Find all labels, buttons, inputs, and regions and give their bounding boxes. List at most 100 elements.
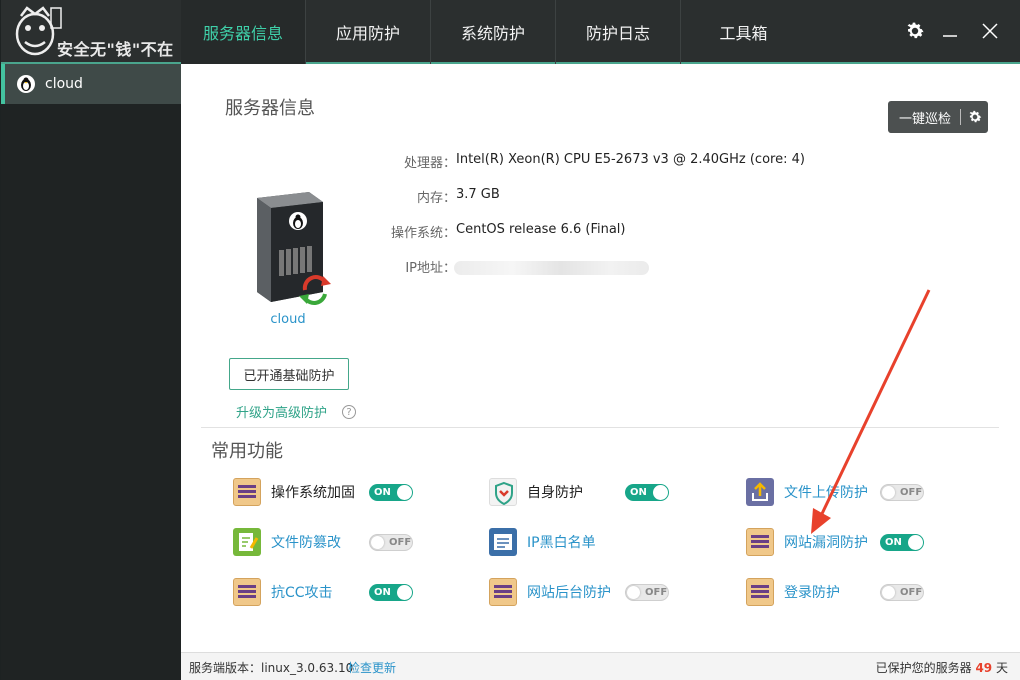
feature-admin-protection: 网站后台防护 — [489, 576, 611, 608]
firewall-icon — [233, 578, 261, 606]
server-name-label[interactable]: cloud — [251, 312, 325, 327]
tab-app-protection[interactable]: 应用防护 — [306, 0, 431, 64]
toggle-state: OFF — [900, 587, 923, 598]
feature-label[interactable]: 登录防护 — [784, 582, 840, 602]
feature-anti-cc: 抗CC攻击 — [233, 576, 333, 608]
upgrade-advanced-link[interactable]: 升级为高级防护 — [236, 402, 327, 421]
patrol-gear-icon[interactable] — [967, 109, 983, 125]
help-question-icon[interactable]: ? — [342, 405, 356, 419]
anti-cc-toggle[interactable]: ON — [369, 584, 413, 601]
feature-label[interactable]: 网站漏洞防护 — [784, 532, 868, 552]
toggle-state: OFF — [389, 537, 412, 548]
web-vuln-toggle[interactable]: ON — [880, 534, 924, 551]
logo-slogan: 安全无"钱"不在 — [57, 40, 174, 59]
toggle-knob — [371, 536, 384, 549]
status-bar: 服务端版本：linux_3.0.63.10 检查更新 已保护您的服务器 49 天 — [181, 652, 1020, 680]
server-version: 服务端版本：linux_3.0.63.10 — [189, 661, 354, 675]
ip-row: IP地址： — [376, 257, 776, 277]
feature-file-upload-protection: 文件上传防护 — [746, 476, 868, 508]
memory-row: 内存： 3.7 GB — [376, 187, 776, 207]
login-protection-toggle[interactable]: OFF — [880, 584, 924, 601]
basic-protection-button[interactable]: 已开通基础防护 — [229, 358, 349, 390]
memory-label: 内存： — [416, 191, 456, 206]
ip-label: IP地址： — [405, 261, 456, 276]
page-title: 服务器信息 — [225, 98, 315, 119]
cpu-row: 处理器： Intel(R) Xeon(R) CPU E5-2673 v3 @ 2… — [376, 152, 805, 172]
upload-icon — [746, 478, 774, 506]
feature-web-vuln-protection: 网站漏洞防护 — [746, 526, 868, 558]
feature-label[interactable]: 自身防护 — [527, 482, 583, 502]
feature-label[interactable]: 抗CC攻击 — [271, 582, 333, 602]
mascot-logo-icon — [15, 6, 62, 56]
feature-self-protection: 自身防护 — [489, 476, 583, 508]
ip-list-icon — [489, 528, 517, 556]
toggle-knob — [627, 586, 640, 599]
toggle-knob — [882, 486, 895, 499]
app-window: 安全无"钱"不在 服务器信息 应用防护 系统防护 防护日志 工具箱 cloud — [0, 0, 1020, 680]
main-panel: 服务器信息 一键巡检 cloud 处理器： Intel(R) Xeon(R) C… — [181, 64, 1020, 652]
feature-label[interactable]: 操作系统加固 — [271, 482, 355, 502]
toggle-knob — [653, 485, 668, 500]
app-logo: 安全无"钱"不在 — [7, 4, 183, 60]
firewall-icon — [746, 528, 774, 556]
os-value: CentOS release 6.6 (Final) — [456, 222, 626, 237]
feature-label[interactable]: 网站后台防护 — [527, 582, 611, 602]
protected-days: 已保护您的服务器 49 天 — [876, 659, 1008, 676]
check-update-link[interactable]: 检查更新 — [348, 659, 396, 676]
tab-toolbox[interactable]: 工具箱 — [681, 0, 806, 64]
toggle-state: ON — [374, 587, 391, 598]
firewall-icon — [233, 478, 261, 506]
cpu-value: Intel(R) Xeon(R) CPU E5-2673 v3 @ 2.40GH… — [456, 152, 805, 167]
firewall-icon — [746, 578, 774, 606]
self-protection-toggle[interactable]: ON — [625, 484, 669, 501]
admin-protection-toggle[interactable]: OFF — [625, 584, 669, 601]
settings-gear-icon[interactable] — [900, 16, 930, 46]
toggle-state: ON — [630, 487, 647, 498]
toggle-knob — [397, 585, 412, 600]
shield-icon — [489, 478, 517, 506]
os-label: 操作系统： — [390, 226, 456, 241]
ip-value-redacted — [454, 261, 649, 275]
feature-label[interactable]: 文件上传防护 — [784, 482, 868, 502]
file-edit-icon — [233, 528, 261, 556]
feature-login-protection: 登录防护 — [746, 576, 840, 608]
feature-ip-list: IP黑白名单 — [489, 526, 596, 558]
server-sidebar: cloud — [1, 64, 181, 680]
common-functions-title: 常用功能 — [211, 441, 283, 462]
toggle-state: OFF — [645, 587, 668, 598]
feature-file-tamper: 文件防篡改 — [233, 526, 341, 558]
sidebar-item-label: cloud — [45, 76, 83, 92]
os-hardening-toggle[interactable]: ON — [369, 484, 413, 501]
patrol-separator — [960, 109, 961, 125]
toggle-state: OFF — [900, 487, 923, 498]
tab-server-info[interactable]: 服务器信息 — [181, 0, 306, 64]
protected-prefix: 已保护您的服务器 — [875, 661, 972, 675]
section-divider — [201, 427, 999, 428]
feature-label[interactable]: 文件防篡改 — [271, 532, 341, 552]
tab-system-protection[interactable]: 系统防护 — [431, 0, 556, 64]
sidebar-item-cloud[interactable]: cloud — [1, 64, 181, 104]
os-row: 操作系统： CentOS release 6.6 (Final) — [376, 222, 776, 242]
close-icon[interactable] — [975, 16, 1005, 46]
linux-tux-icon — [17, 75, 35, 93]
file-upload-toggle[interactable]: OFF — [880, 484, 924, 501]
main-tabs: 服务器信息 应用防护 系统防护 防护日志 工具箱 — [181, 0, 806, 64]
server-tower-icon — [257, 192, 331, 305]
toggle-knob — [397, 485, 412, 500]
memory-value: 3.7 GB — [456, 187, 500, 202]
toggle-knob — [882, 586, 895, 599]
firewall-icon — [489, 578, 517, 606]
cpu-label: 处理器： — [403, 156, 456, 171]
patrol-button-label: 一键巡检 — [899, 111, 952, 127]
minimize-icon[interactable] — [935, 16, 965, 46]
one-click-patrol-button[interactable]: 一键巡检 — [888, 101, 988, 133]
file-tamper-toggle[interactable]: OFF — [369, 534, 413, 551]
top-bar: 安全无"钱"不在 服务器信息 应用防护 系统防护 防护日志 工具箱 — [1, 0, 1020, 64]
protected-days-count: 49 — [975, 661, 993, 675]
toggle-state: ON — [885, 537, 902, 548]
protected-suffix: 天 — [995, 661, 1008, 675]
feature-label[interactable]: IP黑白名单 — [527, 532, 596, 552]
toggle-state: ON — [374, 487, 391, 498]
feature-os-hardening: 操作系统加固 — [233, 476, 355, 508]
tab-protection-log[interactable]: 防护日志 — [556, 0, 681, 64]
